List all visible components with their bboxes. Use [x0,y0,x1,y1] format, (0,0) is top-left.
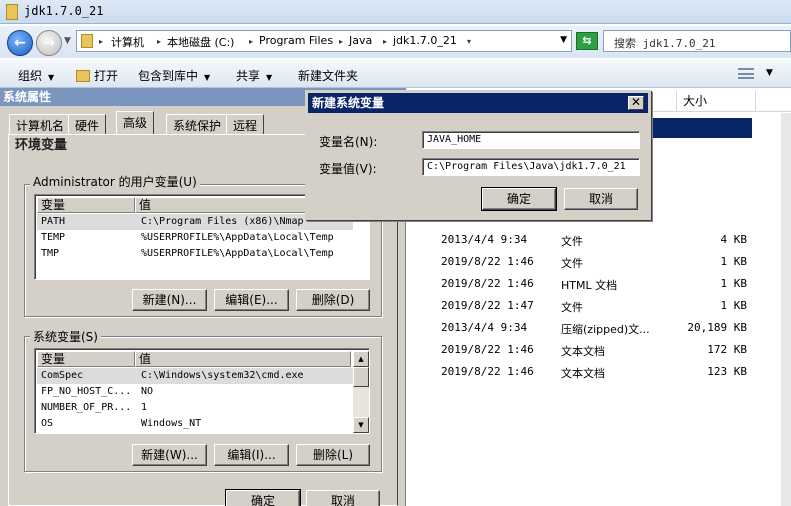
file-row[interactable]: 2019/8/22 1:46 HTML 文档 1 KB [408,273,791,295]
open-button[interactable]: 打开 [76,67,118,84]
back-button[interactable]: ← [7,30,33,56]
cancel-button[interactable]: 取消 [306,490,380,506]
new-system-variable-dialog: 新建系统变量 ✕ 变量名(N): JAVA_HOME 变量值(V): C:\Pr… [305,90,651,220]
close-icon[interactable]: ✕ [628,96,644,110]
column-header-size[interactable]: 大小 [676,91,756,111]
command-bar: 组织 ▼ 打开 包含到库中 ▼ 共享 ▼ 新建文件夹 ▼ [0,60,791,88]
new-folder-button[interactable]: 新建文件夹 [298,67,358,84]
list-item[interactable]: NUMBER_OF_PR... 1 [37,400,353,416]
explorer-titlebar: jdk1.7.0_21 [0,0,791,24]
system-edit-button[interactable]: 编辑(I)... [214,444,289,466]
variable-name-field[interactable]: JAVA_HOME [422,131,640,149]
cancel-button[interactable]: 取消 [564,188,638,210]
forward-button[interactable]: → [36,30,62,56]
address-row: ← → ▼ ▸ 计算机 ▸ 本地磁盘 (C:) ▸ Program Files … [0,26,791,58]
system-variables-list[interactable]: 变量 值 ComSpec C:\Windows\system32\cmd.exe … [34,348,370,434]
system-delete-button[interactable]: 删除(L) [296,444,370,466]
scroll-up-icon[interactable]: ▲ [353,351,369,367]
folder-icon [6,4,18,20]
list-item[interactable]: OS Windows_NT [37,416,353,432]
breadcrumb-computer[interactable]: 计算机 [111,34,144,50]
breadcrumb-program-files[interactable]: Program Files [259,34,333,47]
tab-hardware[interactable]: 硬件 [68,114,107,134]
user-variables-label: Administrator 的用户变量(U) [30,173,200,190]
user-new-button[interactable]: 新建(N)... [132,289,207,311]
list-item[interactable]: ComSpec C:\Windows\system32\cmd.exe [37,368,353,384]
file-row[interactable]: 2019/8/22 1:46 文本文档 123 KB [408,361,791,383]
scroll-down-icon[interactable]: ▼ [353,417,369,433]
breadcrumb-jdk[interactable]: jdk1.7.0_21 [393,34,457,47]
file-row[interactable]: 2013/4/4 9:34 压缩(zipped)文... 20,189 KB [408,317,791,339]
include-in-library-menu[interactable]: 包含到库中 ▼ [138,67,210,84]
file-list-scrollbar[interactable] [781,113,791,506]
tab-system-protection[interactable]: 系统保护 [166,114,229,134]
system-variables-scrollbar[interactable]: ▲ ▼ [353,351,369,433]
tab-advanced[interactable]: 高级 [116,111,155,134]
user-edit-button[interactable]: 编辑(E)... [214,289,289,311]
file-row[interactable]: 2019/8/22 1:46 文件 1 KB [408,251,791,273]
ok-button[interactable]: 确定 [481,187,557,211]
refresh-button[interactable]: ⇆ [576,32,598,50]
chevron-down-icon[interactable]: ▼ [766,68,773,78]
open-icon [76,70,90,82]
ok-button[interactable]: 确定 [225,489,301,506]
column-header-variable[interactable]: 变量 [37,197,135,213]
breadcrumb-java[interactable]: Java [349,34,372,47]
folder-icon [81,34,93,48]
share-menu[interactable]: 共享 ▼ [236,67,272,84]
list-item[interactable]: TEMP %USERPROFILE%\AppData\Local\Temp [37,230,353,246]
variable-value-label: 变量值(V): [319,162,377,176]
column-header-value[interactable]: 值 [135,351,351,367]
system-new-button[interactable]: 新建(W)... [132,444,207,466]
tab-remote[interactable]: 远程 [226,114,265,134]
list-item[interactable]: FP_NO_HOST_C... NO [37,384,353,400]
file-row[interactable]: 2013/4/4 9:34 文件 4 KB [408,229,791,251]
variable-name-label: 变量名(N): [319,135,378,149]
recent-pages-dropdown[interactable]: ▼ [64,36,71,46]
file-row[interactable]: 2019/8/22 1:47 文件 1 KB [408,295,791,317]
search-input[interactable]: 搜索 jdk1.7.0_21 [603,30,791,52]
tab-computer-name[interactable]: 计算机名 [9,114,72,134]
address-bar[interactable]: ▸ 计算机 ▸ 本地磁盘 (C:) ▸ Program Files ▸ Java… [76,30,572,52]
search-placeholder: 搜索 jdk1.7.0_21 [614,37,716,50]
dialog-title: 新建系统变量 ✕ [308,93,648,113]
scroll-thumb[interactable] [353,367,369,387]
window-title: jdk1.7.0_21 [24,4,104,18]
list-item[interactable]: TMP %USERPROFILE%\AppData\Local\Temp [37,246,353,262]
view-options-icon[interactable] [738,68,754,79]
file-row[interactable]: 2019/8/22 1:46 文本文档 172 KB [408,339,791,361]
user-delete-button[interactable]: 删除(D) [296,289,370,311]
system-variables-label: 系统变量(S) [30,328,101,345]
breadcrumb-local-disk[interactable]: 本地磁盘 (C:) [167,34,234,50]
column-header-variable[interactable]: 变量 [37,351,135,367]
organize-menu[interactable]: 组织 ▼ [18,67,54,84]
variable-value-field[interactable]: C:\Program Files\Java\jdk1.7.0_21 [422,158,640,176]
chevron-down-icon[interactable]: ▼ [560,35,567,45]
